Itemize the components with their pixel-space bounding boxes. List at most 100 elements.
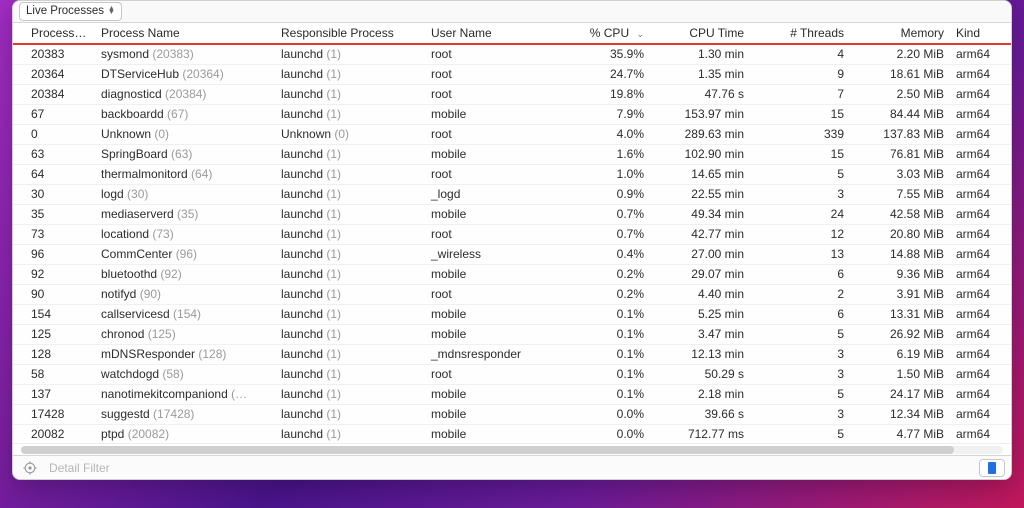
cell-user: mobile	[425, 427, 550, 441]
table-row[interactable]: 0Unknown (0)Unknown (0)root4.0%289.63 mi…	[13, 125, 1011, 145]
column-header-responsible[interactable]: Responsible Process	[275, 26, 425, 40]
cell-user: root	[425, 67, 550, 81]
cell-responsible: launchd (1)	[275, 47, 425, 61]
column-header-kind[interactable]: Kind	[950, 26, 1010, 40]
column-header-pid[interactable]: Process…	[25, 26, 95, 40]
cell-memory: 12.34 MiB	[850, 407, 950, 421]
cell-process-name: callservicesd (154)	[95, 307, 275, 321]
cell-cpu: 0.9%	[550, 187, 650, 201]
cell-kind: arm64	[950, 167, 1010, 181]
cell-memory: 2.50 MiB	[850, 87, 950, 101]
cell-kind: arm64	[950, 427, 1010, 441]
column-header-cputime[interactable]: CPU Time	[650, 26, 750, 40]
detail-filter-input[interactable]	[47, 460, 973, 476]
cell-responsible: launchd (1)	[275, 387, 425, 401]
table-row[interactable]: 128mDNSResponder (128)launchd (1)_mdnsre…	[13, 345, 1011, 365]
cell-threads: 3	[750, 367, 850, 381]
scrollbar-track	[21, 446, 1003, 454]
table-row[interactable]: 137nanotimekitcompaniond (…launchd (1)mo…	[13, 385, 1011, 405]
table-row[interactable]: 20383sysmond (20383)launchd (1)root35.9%…	[13, 45, 1011, 65]
table-row[interactable]: 67backboardd (67)launchd (1)mobile7.9%15…	[13, 105, 1011, 125]
table-row[interactable]: 20384diagnosticd (20384)launchd (1)root1…	[13, 85, 1011, 105]
table-row[interactable]: 35mediaserverd (35)launchd (1)mobile0.7%…	[13, 205, 1011, 225]
table-row[interactable]: 20364DTServiceHub (20364)launchd (1)root…	[13, 65, 1011, 85]
cell-memory: 7.55 MiB	[850, 187, 950, 201]
cell-cputime: 1.30 min	[650, 47, 750, 61]
table-row[interactable]: 20082ptpd (20082)launchd (1)mobile0.0%71…	[13, 425, 1011, 443]
cell-threads: 339	[750, 127, 850, 141]
table-row[interactable]: 17428suggestd (17428)launchd (1)mobile0.…	[13, 405, 1011, 425]
cell-user: root	[425, 167, 550, 181]
cell-process-name: sysmond (20383)	[95, 47, 275, 61]
cell-memory: 9.36 MiB	[850, 267, 950, 281]
cell-threads: 15	[750, 147, 850, 161]
view-selector-label: Live Processes	[26, 5, 104, 17]
cell-cpu: 1.6%	[550, 147, 650, 161]
cell-pid: 90	[25, 287, 95, 301]
cell-process-name: bluetoothd (92)	[95, 267, 275, 281]
cell-pid: 63	[25, 147, 95, 161]
cell-memory: 84.44 MiB	[850, 107, 950, 121]
table-row[interactable]: 90notifyd (90)launchd (1)root0.2%4.40 mi…	[13, 285, 1011, 305]
cell-user: mobile	[425, 327, 550, 341]
cell-kind: arm64	[950, 267, 1010, 281]
table-row[interactable]: 64thermalmonitord (64)launchd (1)root1.0…	[13, 165, 1011, 185]
cell-threads: 7	[750, 87, 850, 101]
cell-cputime: 29.07 min	[650, 267, 750, 281]
column-header-threads[interactable]: # Threads	[750, 26, 850, 40]
cell-cputime: 39.66 s	[650, 407, 750, 421]
cell-pid: 92	[25, 267, 95, 281]
cell-cputime: 27.00 min	[650, 247, 750, 261]
cell-process-name: chronod (125)	[95, 327, 275, 341]
cell-cputime: 49.34 min	[650, 207, 750, 221]
column-header-name[interactable]: Process Name	[95, 26, 275, 40]
cell-responsible: launchd (1)	[275, 107, 425, 121]
table-row[interactable]: 30logd (30)launchd (1)_logd0.9%22.55 min…	[13, 185, 1011, 205]
cell-user: root	[425, 287, 550, 301]
cell-responsible: launchd (1)	[275, 227, 425, 241]
table-row[interactable]: 58watchdogd (58)launchd (1)root0.1%50.29…	[13, 365, 1011, 385]
cell-cpu: 0.0%	[550, 427, 650, 441]
cell-threads: 5	[750, 427, 850, 441]
cell-user: mobile	[425, 107, 550, 121]
process-table-body[interactable]: 20383sysmond (20383)launchd (1)root35.9%…	[13, 45, 1011, 443]
view-selector-dropdown[interactable]: Live Processes	[19, 2, 122, 21]
column-header-user[interactable]: User Name	[425, 26, 550, 40]
cell-memory: 3.91 MiB	[850, 287, 950, 301]
horizontal-scrollbar[interactable]	[13, 443, 1011, 456]
cell-cputime: 47.76 s	[650, 87, 750, 101]
cell-pid: 73	[25, 227, 95, 241]
cell-pid: 20384	[25, 87, 95, 101]
table-row[interactable]: 73locationd (73)launchd (1)root0.7%42.77…	[13, 225, 1011, 245]
cell-user: _wireless	[425, 247, 550, 261]
target-filter-icon[interactable]	[19, 459, 41, 477]
cell-cpu: 19.8%	[550, 87, 650, 101]
topbar: Live Processes	[13, 1, 1011, 23]
cell-cputime: 5.25 min	[650, 307, 750, 321]
table-row[interactable]: 154callservicesd (154)launchd (1)mobile0…	[13, 305, 1011, 325]
cell-user: mobile	[425, 207, 550, 221]
table-row[interactable]: 63SpringBoard (63)launchd (1)mobile1.6%1…	[13, 145, 1011, 165]
cell-cputime: 153.97 min	[650, 107, 750, 121]
cell-process-name: watchdogd (58)	[95, 367, 275, 381]
cell-memory: 76.81 MiB	[850, 147, 950, 161]
cell-kind: arm64	[950, 227, 1010, 241]
column-header-cpu[interactable]: % CPU ⌄	[550, 26, 650, 40]
cell-cpu: 35.9%	[550, 47, 650, 61]
cell-user: root	[425, 47, 550, 61]
cell-threads: 6	[750, 267, 850, 281]
column-header-memory[interactable]: Memory	[850, 26, 950, 40]
table-row[interactable]: 125chronod (125)launchd (1)mobile0.1%3.4…	[13, 325, 1011, 345]
cell-threads: 12	[750, 227, 850, 241]
cell-kind: arm64	[950, 367, 1010, 381]
cell-threads: 15	[750, 107, 850, 121]
table-row[interactable]: 92bluetoothd (92)launchd (1)mobile0.2%29…	[13, 265, 1011, 285]
detail-panel-toggle-button[interactable]	[979, 459, 1005, 477]
cell-cpu: 0.2%	[550, 287, 650, 301]
scrollbar-thumb[interactable]	[21, 446, 954, 454]
cell-pid: 35	[25, 207, 95, 221]
cell-cpu: 24.7%	[550, 67, 650, 81]
cell-cputime: 50.29 s	[650, 367, 750, 381]
table-row[interactable]: 96CommCenter (96)launchd (1)_wireless0.4…	[13, 245, 1011, 265]
cell-memory: 1.50 MiB	[850, 367, 950, 381]
